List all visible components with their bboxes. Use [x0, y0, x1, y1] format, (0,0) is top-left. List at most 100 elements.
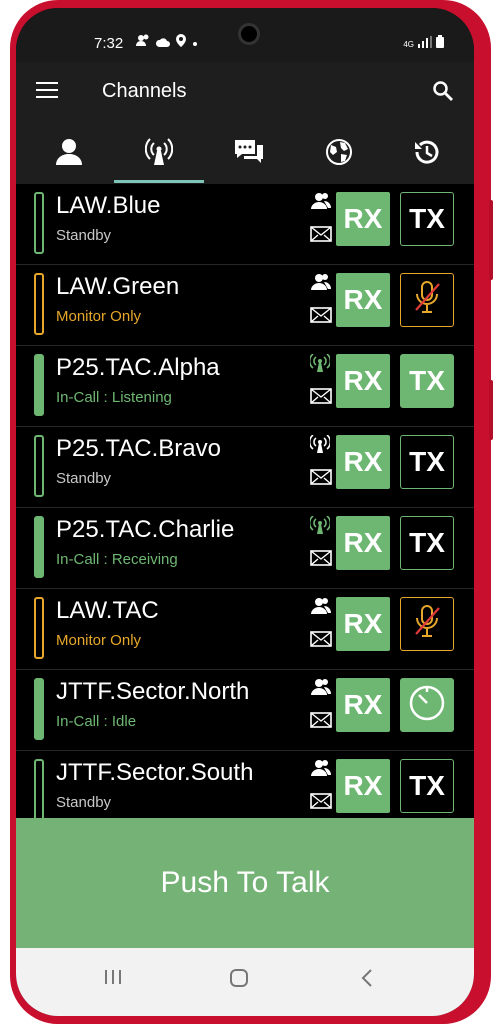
- group-icon: [310, 678, 332, 701]
- channel-name: LAW.Blue: [56, 192, 161, 219]
- timer-icon: [407, 682, 447, 729]
- radio-tower-icon: [308, 353, 332, 377]
- radio-tower-icon: [308, 515, 332, 539]
- channel-status: Monitor Only: [56, 632, 142, 649]
- channel-name: JTTF.Sector.South: [56, 759, 254, 786]
- tab-channels[interactable]: [114, 124, 204, 184]
- channel-status-indicator: [34, 516, 44, 578]
- channel-row[interactable]: P25.TAC.Bravo Standby RX TX: [16, 427, 474, 508]
- dot-icon: [192, 34, 198, 52]
- mail-icon[interactable]: [310, 793, 332, 814]
- group-icon: [310, 597, 332, 620]
- group-icon: [310, 759, 332, 782]
- menu-icon[interactable]: [36, 82, 58, 100]
- status-icons-right: 4G: [403, 35, 444, 53]
- mail-icon[interactable]: [310, 550, 332, 571]
- channel-row[interactable]: JTTF.Sector.North In-Call : Idle RX: [16, 670, 474, 751]
- person-icon: [55, 138, 83, 171]
- globe-icon: [325, 138, 353, 171]
- channel-row[interactable]: LAW.Blue Standby RX TX: [16, 184, 474, 265]
- recents-icon[interactable]: [104, 968, 122, 991]
- chat-icon: [234, 139, 264, 170]
- tab-map[interactable]: [294, 124, 384, 184]
- mail-icon[interactable]: [310, 226, 332, 247]
- mail-icon[interactable]: [310, 469, 332, 490]
- tab-history[interactable]: [382, 124, 472, 184]
- status-bar: 7:32 4G: [16, 8, 474, 62]
- channel-status: Standby: [56, 470, 112, 487]
- channel-list[interactable]: LAW.Blue Standby RX TX LAW.Green Monitor Only…: [16, 184, 474, 832]
- channel-name: P25.TAC.Alpha: [56, 354, 220, 381]
- location-icon: [176, 34, 186, 52]
- channel-row[interactable]: P25.TAC.Charlie In-Call : Receiving RX TX: [16, 508, 474, 589]
- signal-icon: [418, 35, 432, 53]
- mail-icon[interactable]: [310, 388, 332, 409]
- push-to-talk-button[interactable]: Push To Talk: [16, 818, 474, 948]
- status-icons-left: [136, 34, 198, 52]
- rx-button[interactable]: RX: [336, 435, 390, 489]
- cloud-icon: [155, 34, 170, 52]
- tx-button[interactable]: TX: [400, 192, 454, 246]
- tx-button[interactable]: TX: [400, 516, 454, 570]
- channel-status-indicator: [34, 192, 44, 254]
- push-to-talk-label: Push To Talk: [160, 866, 330, 899]
- tx-button[interactable]: TX: [400, 435, 454, 489]
- mail-icon[interactable]: [310, 712, 332, 733]
- channel-status-indicator: [34, 435, 44, 497]
- channel-status: In-Call : Receiving: [56, 551, 178, 568]
- rx-button[interactable]: RX: [336, 759, 390, 813]
- channel-status: Monitor Only: [56, 308, 142, 325]
- battery-icon: [436, 35, 444, 53]
- channel-name: LAW.TAC: [56, 597, 159, 624]
- channel-row[interactable]: LAW.TAC Monitor Only RX: [16, 589, 474, 670]
- search-icon[interactable]: [432, 80, 454, 107]
- mail-icon[interactable]: [310, 307, 332, 328]
- channel-name: P25.TAC.Charlie: [56, 516, 235, 543]
- group-icon: [310, 192, 332, 215]
- rx-button[interactable]: RX: [336, 597, 390, 651]
- channel-status-indicator: [34, 597, 44, 659]
- tab-contacts[interactable]: [24, 124, 114, 184]
- tx-button[interactable]: TX: [400, 759, 454, 813]
- channel-row[interactable]: P25.TAC.Alpha In-Call : Listening RX TX: [16, 346, 474, 427]
- page-title: Channels: [102, 80, 187, 102]
- system-nav-bar: [16, 948, 474, 1016]
- mic-off-button[interactable]: [400, 273, 454, 327]
- channel-row[interactable]: LAW.Green Monitor Only RX: [16, 265, 474, 346]
- rx-button[interactable]: RX: [336, 354, 390, 408]
- timer-button[interactable]: [400, 678, 454, 732]
- channel-name: LAW.Green: [56, 273, 180, 300]
- screen: 7:32 4G Channels LAW.Blue Standby RX TX …: [16, 8, 474, 1016]
- front-camera: [238, 23, 260, 45]
- rx-button[interactable]: RX: [336, 273, 390, 327]
- channel-status: Standby: [56, 227, 112, 244]
- tab-messages[interactable]: [204, 124, 294, 184]
- volume-button: [489, 200, 493, 280]
- rx-button[interactable]: RX: [336, 516, 390, 570]
- mic-off-icon: [412, 278, 442, 323]
- home-icon[interactable]: [229, 968, 249, 993]
- rx-button[interactable]: RX: [336, 192, 390, 246]
- active-tab-indicator: [114, 180, 204, 183]
- channel-status-indicator: [34, 273, 44, 335]
- back-icon[interactable]: [360, 968, 374, 993]
- tab-bar: [16, 124, 474, 184]
- channel-status-indicator: [34, 678, 44, 740]
- status-time: 7:32: [94, 35, 124, 52]
- channel-name: P25.TAC.Bravo: [56, 435, 221, 462]
- 4g-lte-icon: 4G: [403, 39, 414, 49]
- channel-name: JTTF.Sector.North: [56, 678, 250, 705]
- radio-tower-icon: [308, 434, 332, 458]
- channel-status: Standby: [56, 794, 112, 811]
- mic-off-button[interactable]: [400, 597, 454, 651]
- channel-status-indicator: [34, 354, 44, 416]
- channel-status: In-Call : Listening: [56, 389, 172, 406]
- mail-icon[interactable]: [310, 631, 332, 652]
- power-button: [489, 380, 493, 440]
- tx-button[interactable]: TX: [400, 354, 454, 408]
- rx-button[interactable]: RX: [336, 678, 390, 732]
- person-icon: [136, 34, 150, 52]
- app-bar: Channels: [16, 62, 474, 124]
- channel-status: In-Call : Idle: [56, 713, 137, 730]
- history-icon: [413, 138, 441, 171]
